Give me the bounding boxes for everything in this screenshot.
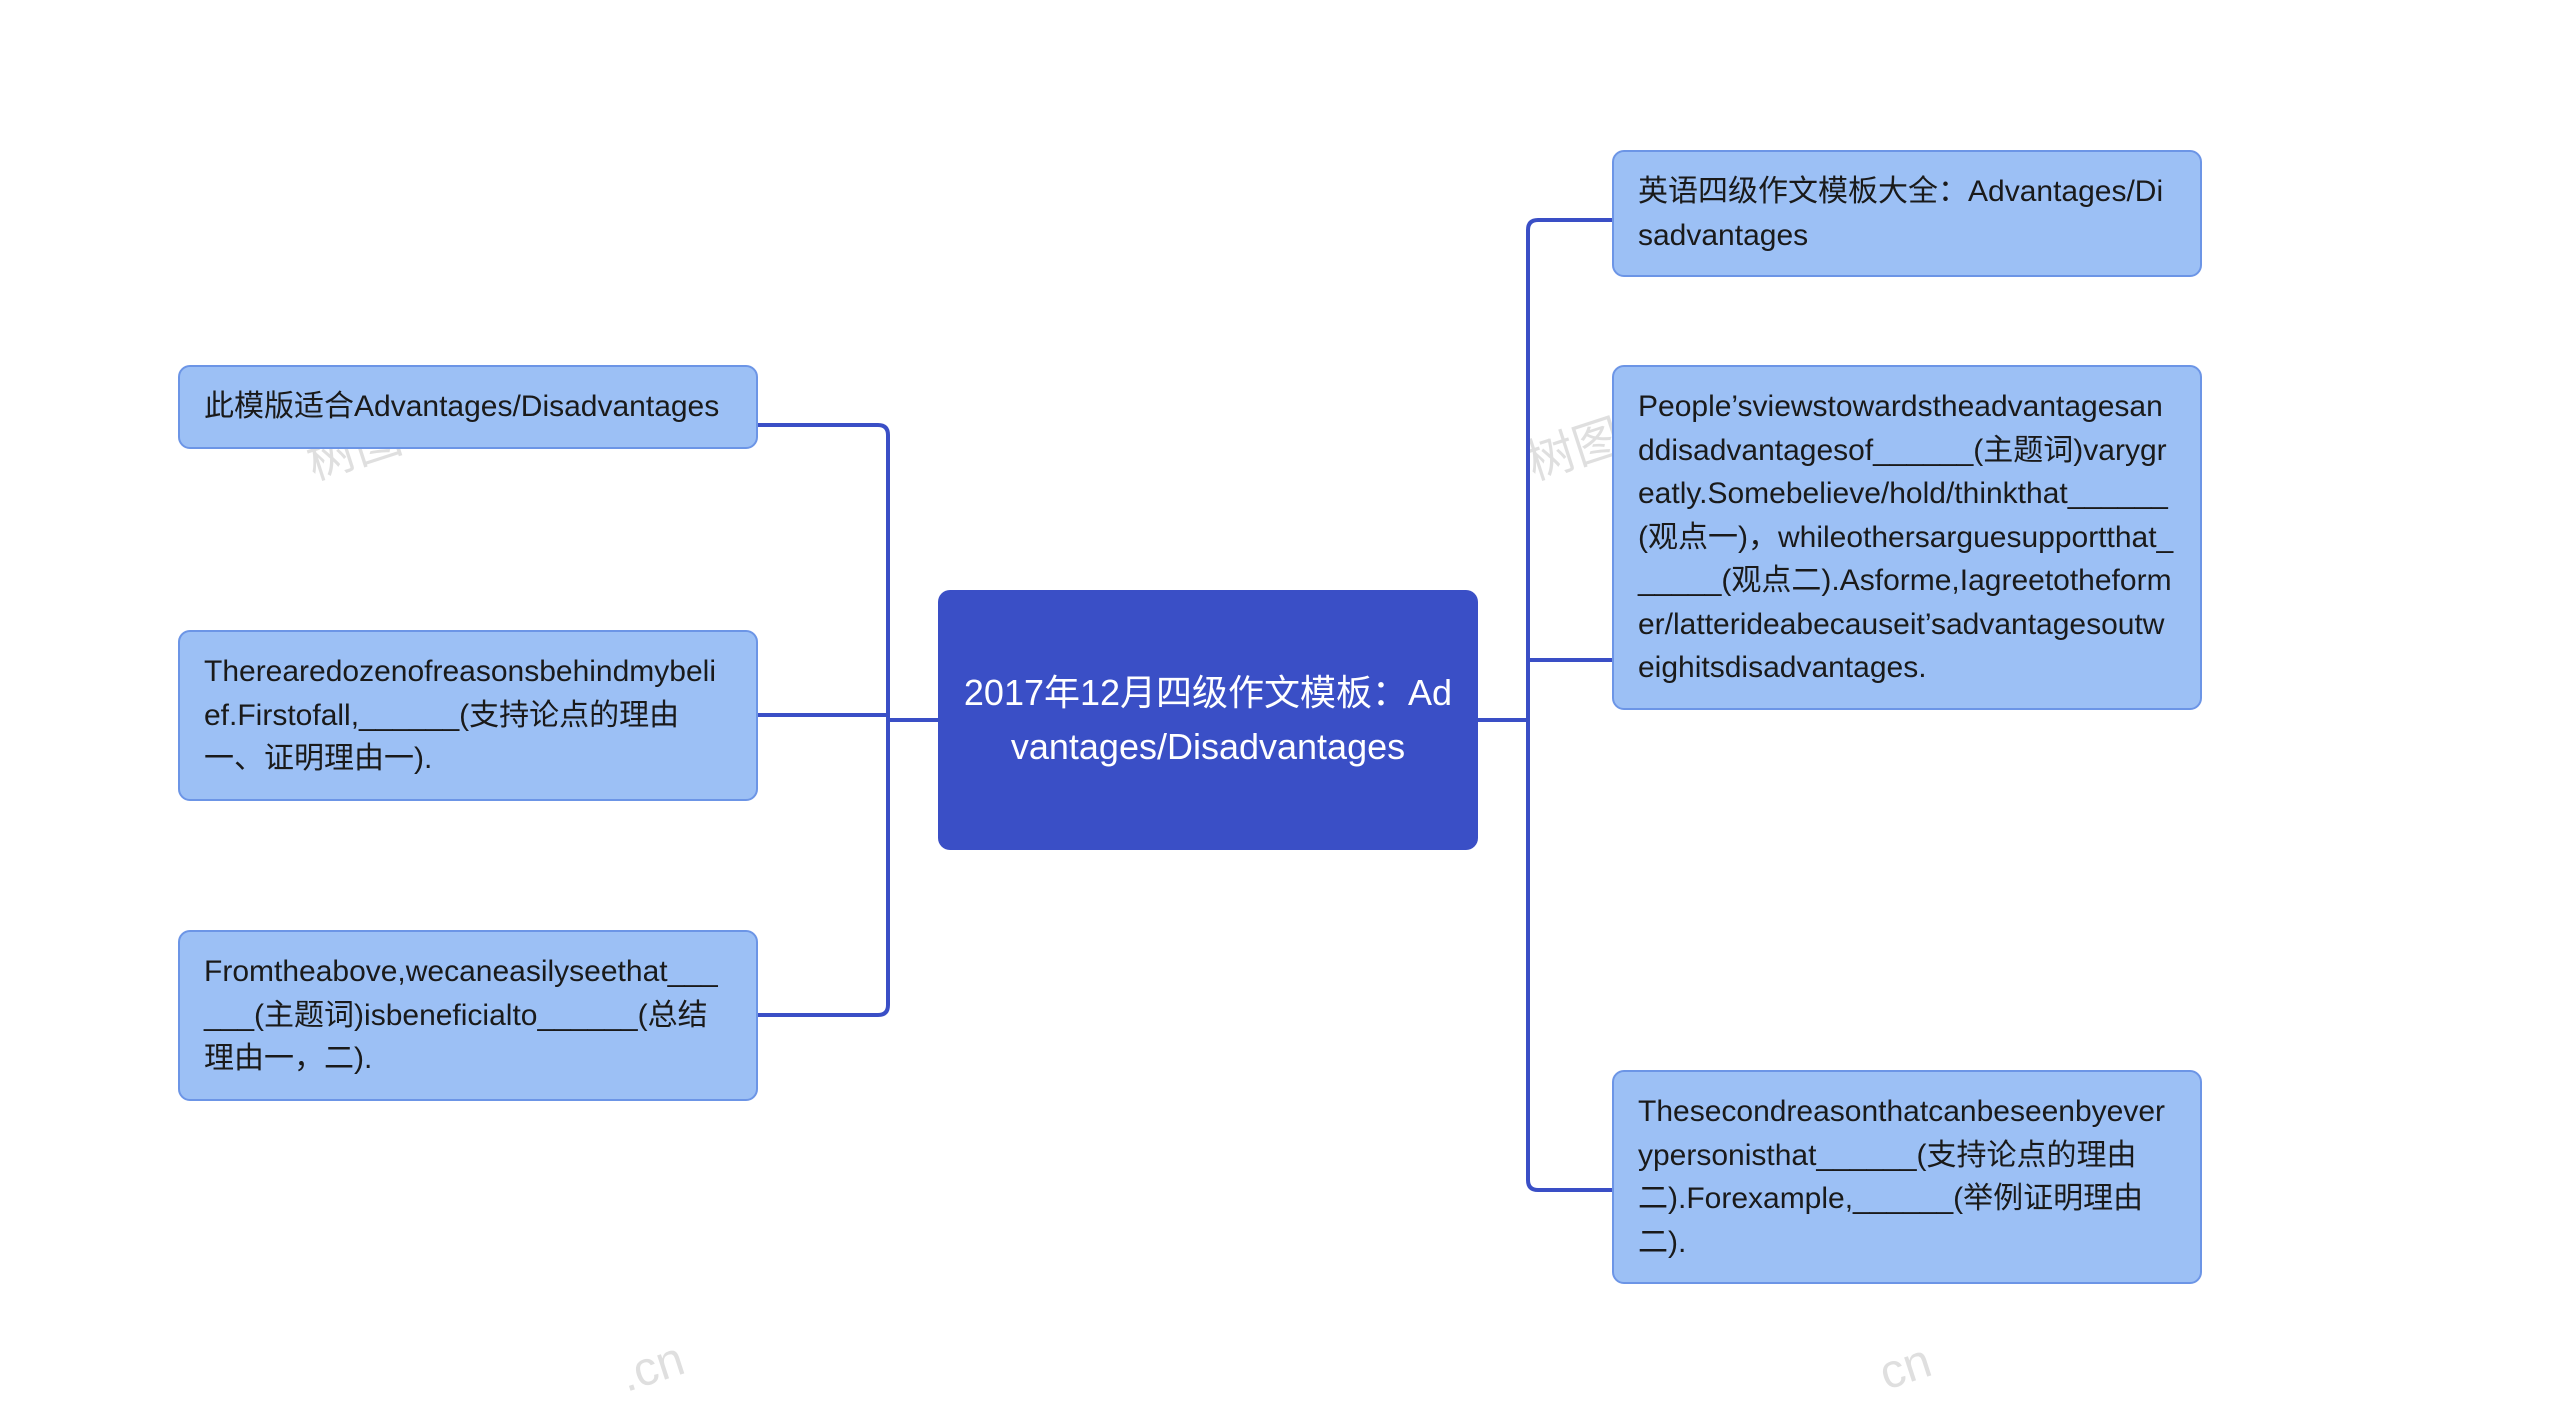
left-node-1[interactable]: 此模版适合Advantages/Disadvantages — [178, 365, 758, 449]
center-node[interactable]: 2017年12月四级作文模板：Advantages/Disadvantages — [938, 590, 1478, 850]
watermark: .cn — [613, 1331, 691, 1403]
left-node-3[interactable]: Fromtheabove,wecaneasilyseethat______(主题… — [178, 930, 758, 1101]
right-node-2[interactable]: People’sviewstowardstheadvantagesanddisa… — [1612, 365, 2202, 710]
node-text: Thesecondreasonthatcanbeseenbyeveryperso… — [1638, 1095, 2165, 1259]
node-text: People’sviewstowardstheadvantagesanddisa… — [1638, 390, 2173, 684]
mindmap-canvas: 树图 shutu.cn 树图 shutu.cn .cn cn 2017年12月四… — [0, 0, 2560, 1419]
right-node-1[interactable]: 英语四级作文模板大全：Advantages/Disadvantages — [1612, 150, 2202, 277]
node-text: 此模版适合Advantages/Disadvantages — [204, 390, 719, 423]
center-title: 2017年12月四级作文模板：Advantages/Disadvantages — [962, 666, 1454, 774]
node-text: Therearedozenofreasonsbehindmybelief.Fir… — [204, 655, 716, 775]
node-text: Fromtheabove,wecaneasilyseethat______(主题… — [204, 955, 718, 1075]
watermark: cn — [1873, 1334, 1938, 1402]
right-node-3[interactable]: Thesecondreasonthatcanbeseenbyeveryperso… — [1612, 1070, 2202, 1284]
left-node-2[interactable]: Therearedozenofreasonsbehindmybelief.Fir… — [178, 630, 758, 801]
node-text: 英语四级作文模板大全：Advantages/Disadvantages — [1638, 175, 2163, 252]
